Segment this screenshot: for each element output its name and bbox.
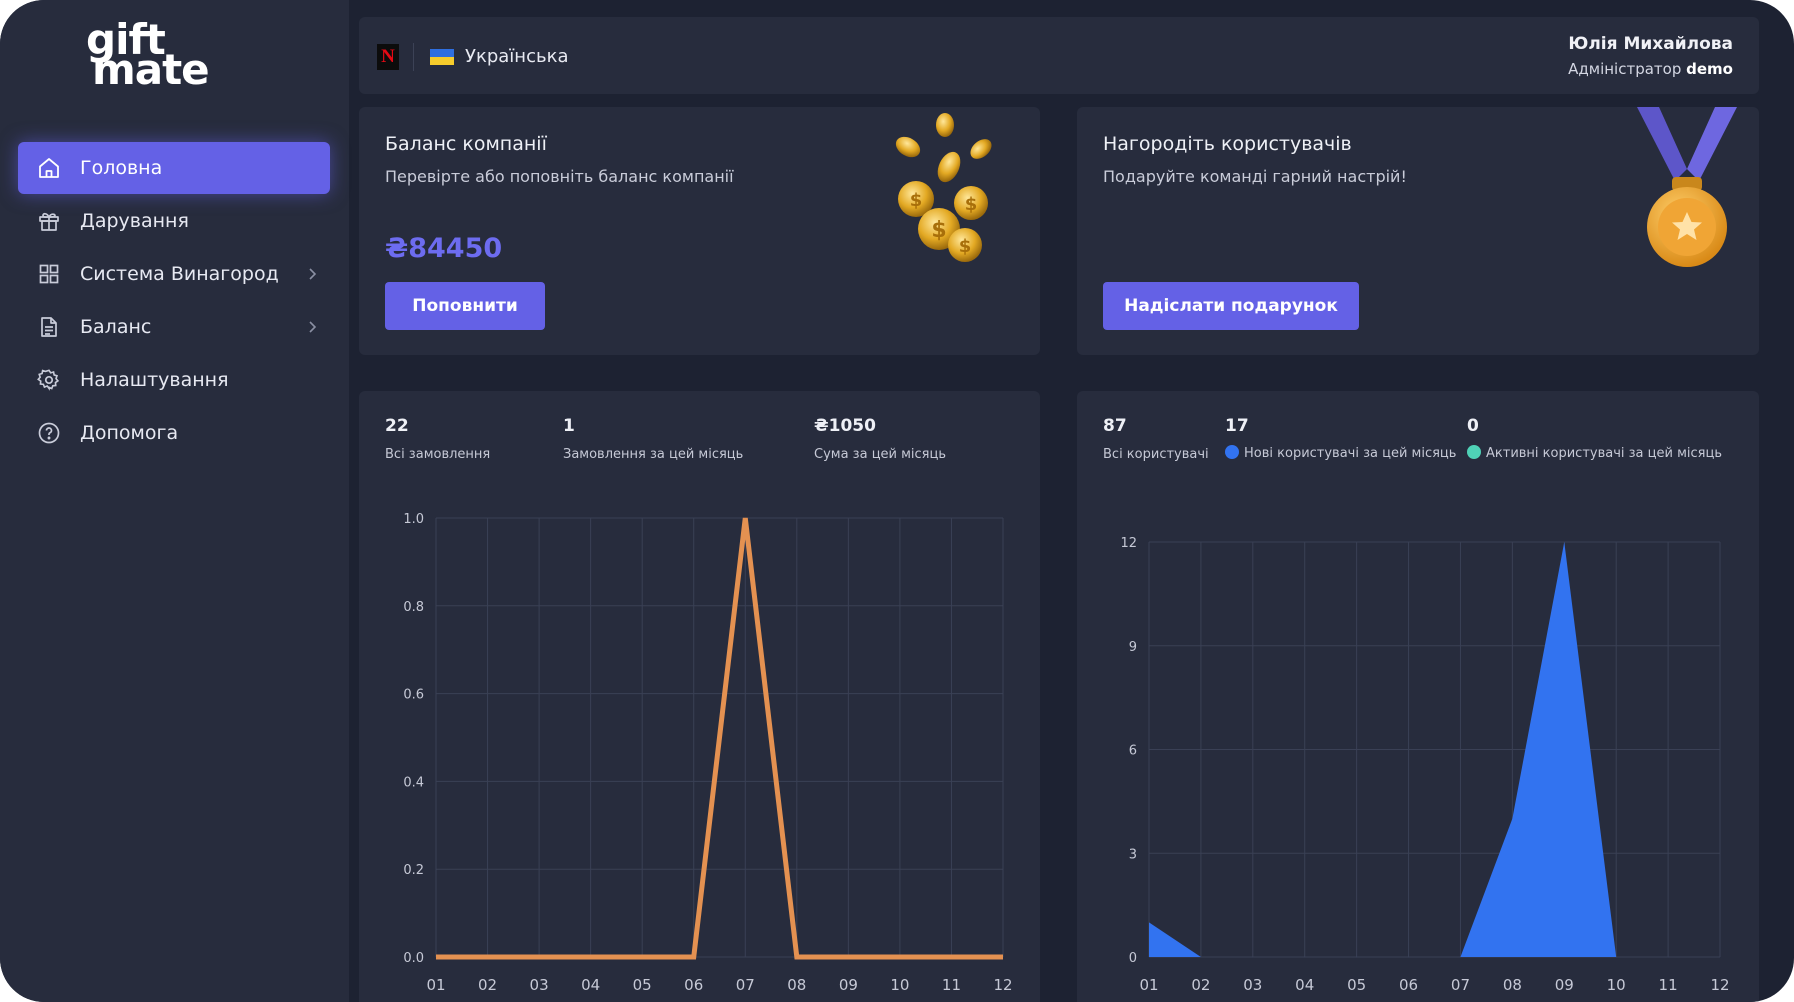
x-tick-label: 01: [1139, 976, 1158, 994]
svg-text:$: $: [931, 218, 946, 243]
language-selector[interactable]: Українська: [465, 46, 568, 67]
x-tick-label: 06: [1399, 976, 1418, 994]
sidebar-item-rewards[interactable]: Система Винагород: [18, 248, 330, 300]
app-logo-icon[interactable]: N: [377, 44, 399, 70]
svg-text:$: $: [959, 236, 972, 257]
home-icon: [36, 155, 62, 181]
sidebar-item-label: Налаштування: [80, 369, 229, 391]
x-tick-label: 08: [787, 976, 806, 994]
user-name[interactable]: Юлія Михайлова: [1568, 34, 1733, 54]
ukraine-flag-icon[interactable]: [430, 49, 454, 65]
grid-icon: [36, 261, 62, 287]
card-subtitle: Перевірте або поповніть баланс компанії: [385, 167, 734, 186]
medal-icon: [1637, 107, 1737, 267]
reward-card: Нагородіть користувачів Подаруйте команд…: [1077, 107, 1759, 355]
sidebar: gift mate Головна Дарування Система Вина…: [0, 0, 349, 1002]
x-tick-label: 08: [1503, 976, 1522, 994]
x-tick-label: 01: [426, 976, 445, 994]
x-tick-label: 11: [942, 976, 961, 994]
giftmate-logo[interactable]: gift mate: [86, 19, 210, 92]
sidebar-item-label: Головна: [80, 157, 163, 179]
coins-icon: $ $ $ $: [895, 113, 992, 262]
top-bar: N Українська Юлія Михайлова Адміністрато…: [359, 17, 1759, 94]
document-icon: [36, 314, 62, 340]
users-panel: 87 Всі користувачі 17 Нові користувачі з…: [1077, 391, 1759, 1002]
divider: [413, 43, 414, 71]
user-login: demo: [1686, 60, 1733, 78]
x-tick-label: 03: [530, 976, 549, 994]
user-role: Адміністратор demo: [1568, 60, 1733, 78]
y-tick-label: 3: [1129, 847, 1137, 862]
y-tick-label: 9: [1129, 640, 1137, 655]
gear-icon: [36, 367, 62, 393]
chevron-right-icon: [306, 318, 318, 340]
x-tick-label: 05: [633, 976, 652, 994]
app-frame: gift mate Головна Дарування Система Вина…: [0, 0, 1794, 1002]
y-tick-label: 0.2: [403, 863, 424, 878]
y-tick-label: 0.0: [403, 951, 424, 966]
sidebar-item-label: Допомога: [80, 422, 179, 444]
svg-text:$: $: [965, 194, 978, 215]
y-tick-label: 0.8: [403, 600, 424, 615]
card-title: Баланс компанії: [385, 133, 547, 155]
x-tick-label: 11: [1659, 976, 1678, 994]
y-tick-label: 6: [1129, 744, 1137, 759]
sidebar-item-gifting[interactable]: Дарування: [18, 195, 330, 247]
y-tick-label: 1.0: [403, 512, 424, 527]
x-tick-label: 07: [1451, 976, 1470, 994]
sidebar-item-label: Дарування: [80, 210, 189, 232]
x-tick-label: 03: [1243, 976, 1262, 994]
sidebar-item-settings[interactable]: Налаштування: [18, 354, 330, 406]
y-tick-label: 0.4: [403, 775, 424, 790]
top-up-button[interactable]: Поповнити: [385, 282, 545, 330]
card-subtitle: Подаруйте команді гарний настрій!: [1103, 167, 1407, 186]
x-tick-label: 02: [1191, 976, 1210, 994]
x-tick-label: 02: [478, 976, 497, 994]
sidebar-nav: Головна Дарування Система Винагород Бала…: [18, 142, 330, 460]
help-icon: [36, 420, 62, 446]
x-tick-label: 12: [1710, 976, 1729, 994]
x-tick-label: 12: [993, 976, 1012, 994]
chevron-right-icon: [306, 265, 318, 287]
orders-line-chart: 0.0 0.2 0.4 0.6 0.8 1.0 01 02 03 04 05 06 07 08 09 10 11…: [403, 512, 1012, 994]
gift-icon: [36, 208, 62, 234]
x-tick-label: 10: [890, 976, 909, 994]
x-tick-label: 09: [1555, 976, 1574, 994]
x-tick-label: 06: [684, 976, 703, 994]
x-tick-label: 04: [581, 976, 600, 994]
x-tick-label: 05: [1347, 976, 1366, 994]
x-tick-label: 10: [1607, 976, 1626, 994]
balance-amount: ₴84450: [385, 233, 503, 264]
sidebar-item-home[interactable]: Головна: [18, 142, 330, 194]
svg-text:$: $: [910, 190, 923, 211]
sidebar-item-help[interactable]: Допомога: [18, 407, 330, 459]
sidebar-item-label: Система Винагород: [80, 263, 279, 285]
card-title: Нагородіть користувачів: [1103, 133, 1352, 155]
balance-card: Баланс компанії Перевірте або поповніть …: [359, 107, 1040, 355]
x-tick-label: 07: [736, 976, 755, 994]
send-gift-button[interactable]: Надіслати подарунок: [1103, 282, 1359, 330]
users-area-chart: 03691201 02 03 04 05 06 07 08 09 10 11 12: [1120, 536, 1729, 994]
sidebar-item-label: Баланс: [80, 316, 152, 338]
y-tick-label: 0.6: [403, 688, 424, 703]
series-line: [436, 517, 1003, 960]
x-tick-label: 09: [839, 976, 858, 994]
orders-panel: 22 Всі замовлення 1 Замовлення за цей мі…: [359, 391, 1040, 1002]
y-tick-label: 12: [1120, 536, 1137, 551]
y-tick-label: 0: [1129, 951, 1137, 966]
sidebar-item-balance[interactable]: Баланс: [18, 301, 330, 353]
x-tick-label: 04: [1295, 976, 1314, 994]
